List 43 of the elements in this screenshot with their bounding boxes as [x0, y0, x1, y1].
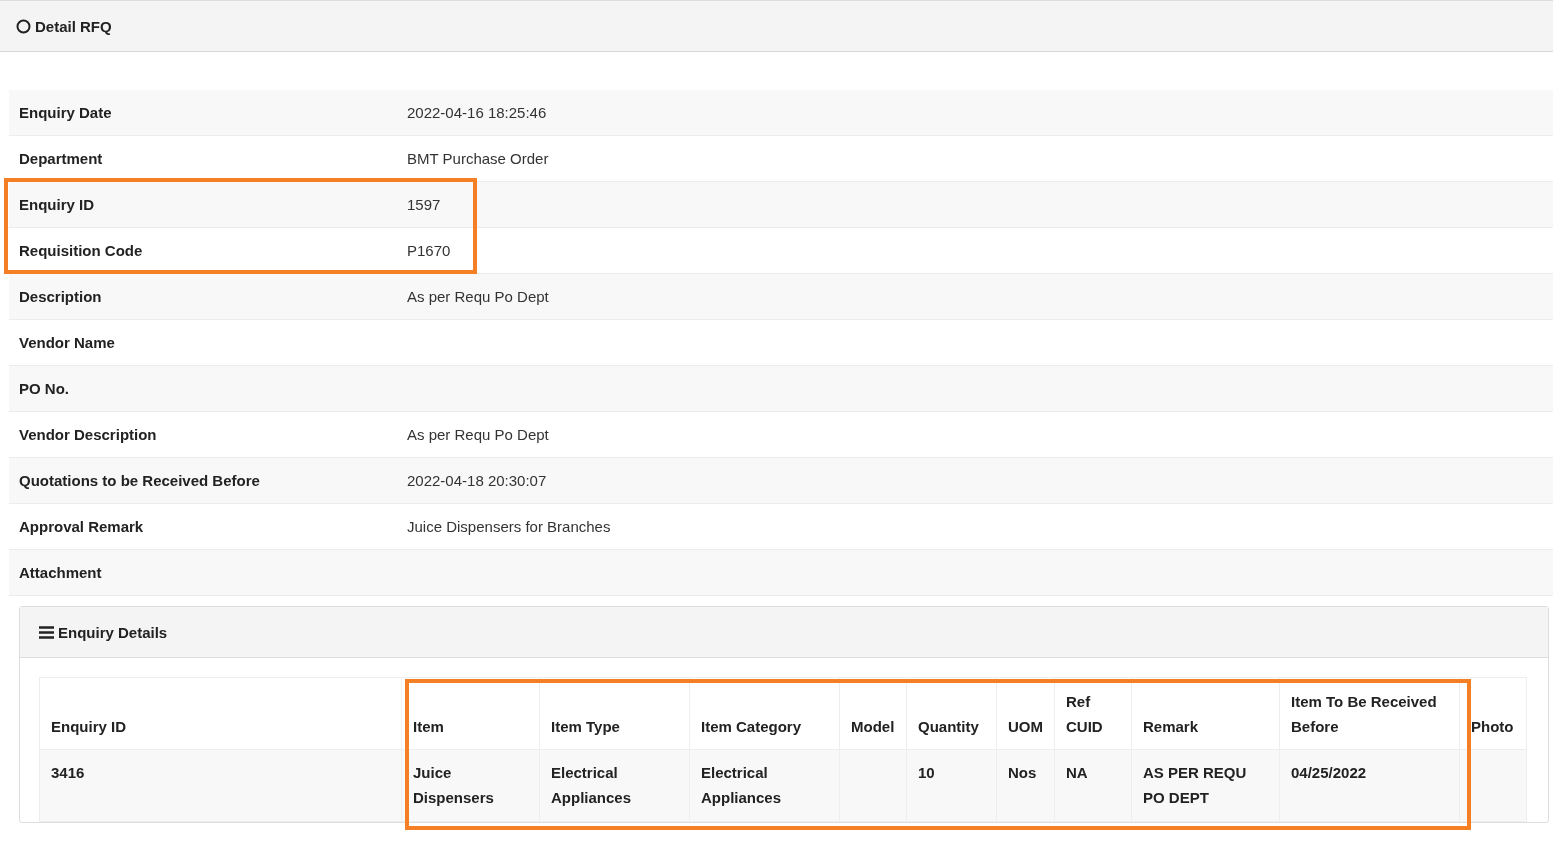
column-header: Item	[401, 677, 540, 750]
column-header: Enquiry ID	[39, 677, 402, 750]
column-header: Item Category	[689, 677, 840, 750]
detail-value: 1597	[407, 196, 441, 213]
column-header: Remark	[1131, 677, 1280, 750]
column-header: Item To Be Received Before	[1279, 677, 1460, 750]
table-cell: Nos	[996, 749, 1055, 822]
column-header: Photo	[1459, 677, 1527, 750]
menu-icon	[39, 625, 54, 639]
detail-value: 2022-04-16 18:25:46	[407, 104, 547, 121]
table-cell: 04/25/2022	[1279, 749, 1460, 822]
detail-value: As per Requ Po Dept	[407, 288, 549, 305]
detail-label: Quotations to be Received Before	[18, 472, 261, 489]
detail-label: Attachment	[18, 564, 103, 581]
table-cell: 3416	[39, 749, 402, 822]
detail-label: Vendor Description	[18, 426, 158, 443]
detail-label: Description	[18, 288, 103, 305]
column-header: Ref CUID	[1054, 677, 1132, 750]
column-header: Model	[839, 677, 907, 750]
column-header: UOM	[996, 677, 1055, 750]
detail-value: As per Requ Po Dept	[407, 426, 549, 443]
table-cell: NA	[1054, 749, 1132, 822]
panel-title: Detail RFQ	[35, 17, 112, 35]
circle-icon	[16, 18, 31, 34]
detail-label: PO No.	[18, 380, 70, 397]
detail-value: BMT Purchase Order	[407, 150, 549, 167]
detail-label: Enquiry Date	[18, 104, 113, 121]
column-header: Quantity	[906, 677, 997, 750]
table-cell: AS PER REQU PO DEPT	[1131, 749, 1280, 822]
detail-value: 2022-04-18 20:30:07	[407, 472, 547, 489]
detail-label: Requisition Code	[18, 242, 144, 259]
card-title: Enquiry Details	[58, 623, 168, 641]
table-cell: Electrical Appliances	[539, 749, 690, 822]
detail-value: Juice Dispensers for Branches	[407, 518, 611, 535]
detail-label: Vendor Name	[18, 334, 116, 351]
detail-value: P1670	[407, 242, 451, 259]
detail-label: Enquiry ID	[18, 196, 95, 213]
table-cell: Electrical Appliances	[689, 749, 840, 822]
table-cell: Juice Dispensers	[401, 749, 540, 822]
detail-label: Department	[18, 150, 104, 167]
column-header: Item Type	[539, 677, 690, 750]
table-cell: 10	[906, 749, 997, 822]
detail-label: Approval Remark	[18, 518, 145, 535]
